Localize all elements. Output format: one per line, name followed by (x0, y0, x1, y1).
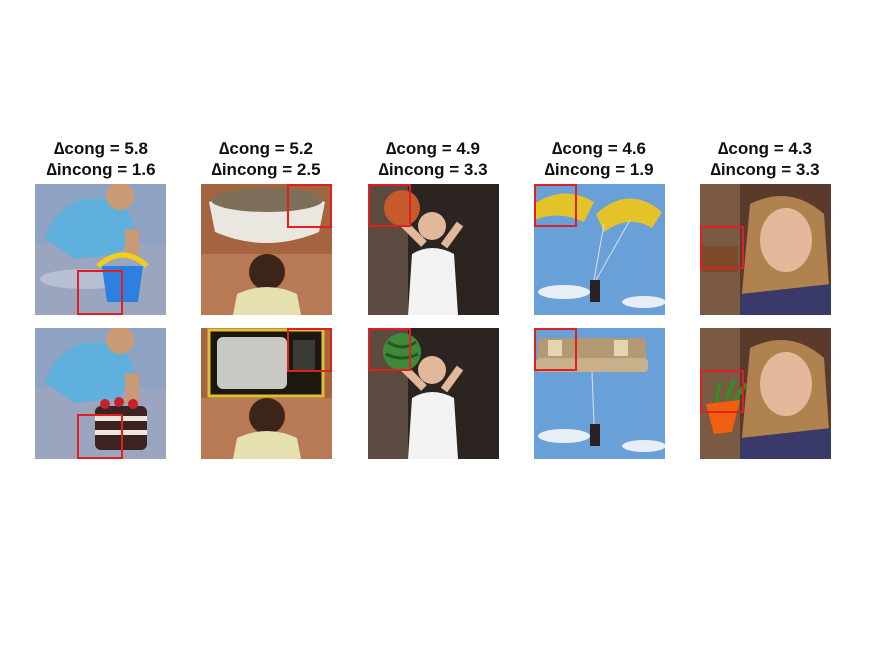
incongruent-image-flower-pot (700, 328, 831, 459)
delta-incong-label: ∆incong = 3.3 (378, 160, 488, 179)
highlight-box (534, 328, 577, 371)
delta-incong-label: ∆incong = 1.9 (544, 160, 654, 179)
figure-column-1: ∆cong = 5.8 ∆incong = 1.6 (26, 138, 176, 180)
delta-cong-label: ∆cong = 5.8 (53, 139, 148, 158)
incongruent-image-sofa (534, 328, 665, 459)
highlight-box (700, 226, 744, 269)
delta-incong-label: ∆incong = 1.6 (46, 160, 156, 179)
congruent-image-basin (201, 184, 332, 315)
congruent-image-cup (700, 184, 831, 315)
delta-cong-label: ∆cong = 4.3 (717, 139, 812, 158)
congruent-image-basketball (368, 184, 499, 315)
congruent-image-bucket (35, 184, 166, 315)
highlight-box (368, 328, 411, 371)
delta-incong-label: ∆incong = 3.3 (710, 160, 820, 179)
delta-cong-label: ∆cong = 4.9 (385, 139, 480, 158)
figure-column-4: ∆cong = 4.6 ∆incong = 1.9 (524, 138, 674, 180)
highlight-box (287, 328, 332, 372)
incongruent-image-cake (35, 328, 166, 459)
incongruent-image-television (201, 328, 332, 459)
highlight-box (287, 184, 332, 228)
delta-incong-label: ∆incong = 2.5 (211, 160, 321, 179)
highlight-box (700, 370, 744, 413)
highlight-box (77, 270, 123, 315)
congruent-image-parachute (534, 184, 665, 315)
figure-column-2: ∆cong = 5.2 ∆incong = 2.5 (191, 138, 341, 180)
incongruent-image-watermelon (368, 328, 499, 459)
highlight-box (368, 184, 411, 227)
figure-column-3: ∆cong = 4.9 ∆incong = 3.3 (358, 138, 508, 180)
highlight-box (534, 184, 577, 227)
figure-column-5: ∆cong = 4.3 ∆incong = 3.3 (690, 138, 840, 180)
delta-cong-label: ∆cong = 4.6 (551, 139, 646, 158)
delta-cong-label: ∆cong = 5.2 (218, 139, 313, 158)
highlight-box (77, 414, 123, 459)
